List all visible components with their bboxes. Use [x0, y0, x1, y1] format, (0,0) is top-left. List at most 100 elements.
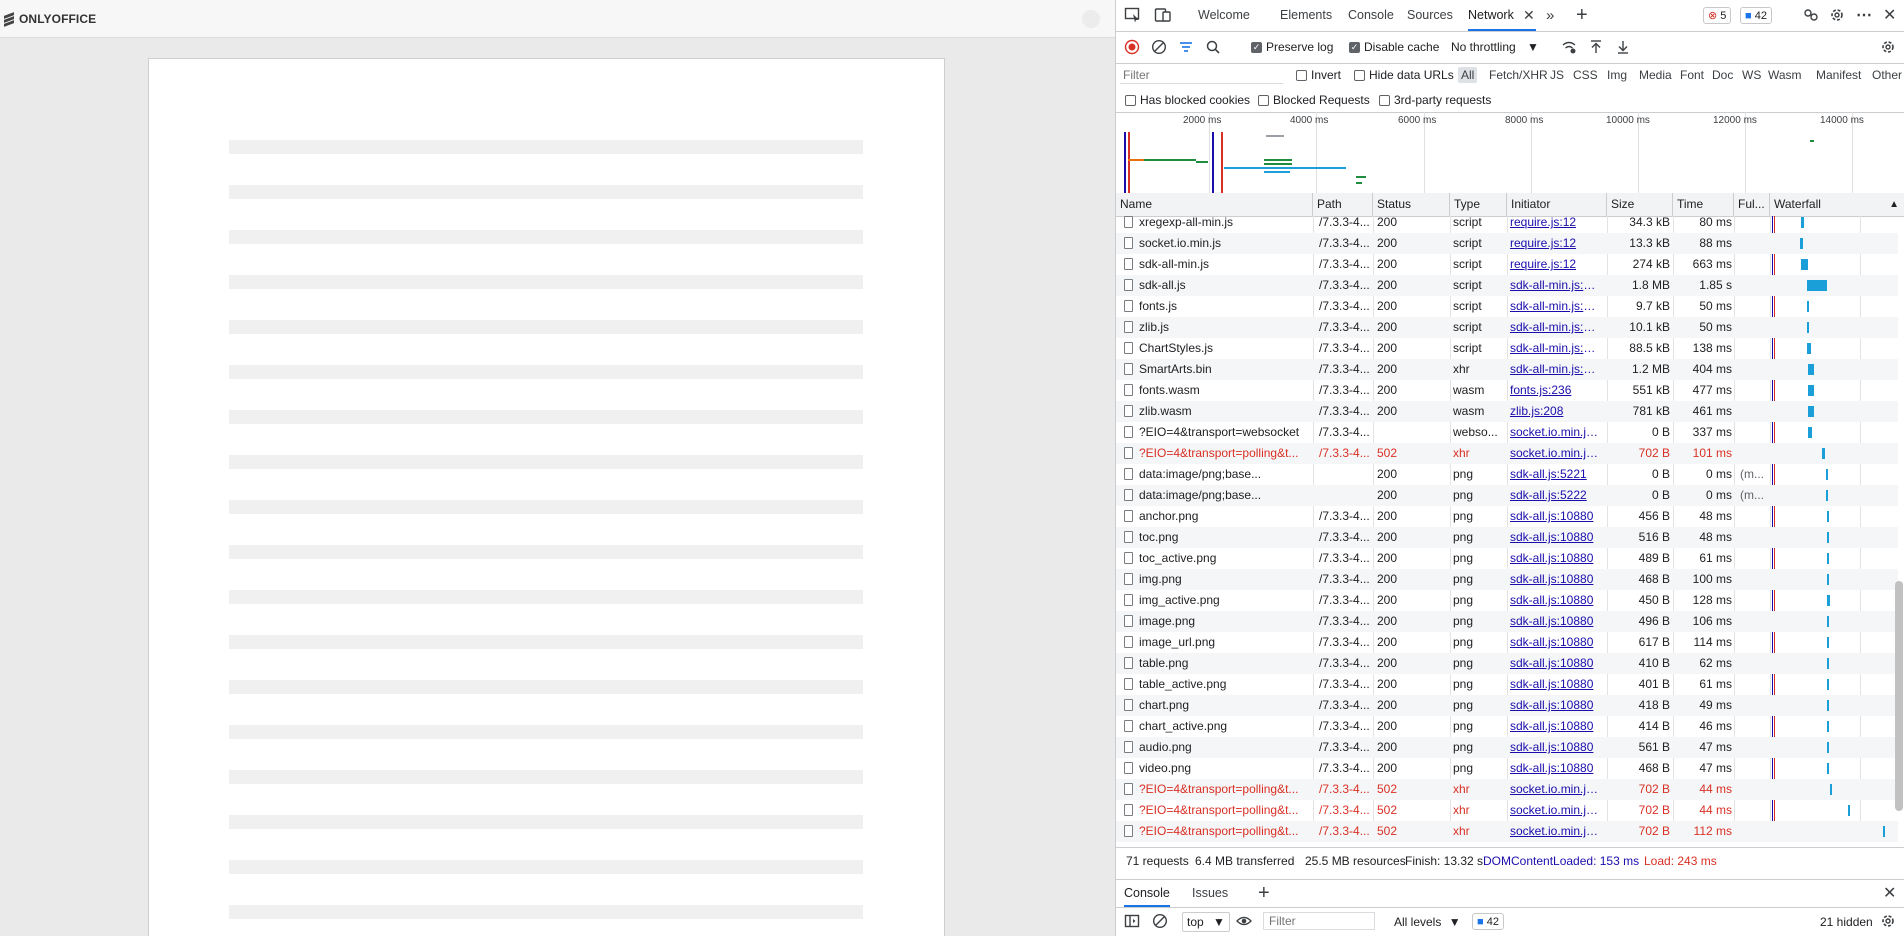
request-row[interactable]: xregexp-all-min.js/7.3.3-4... 200 script re…	[1116, 216, 1898, 233]
waterfall-bar[interactable]	[1807, 301, 1810, 312]
add-tab-icon[interactable]: +	[1576, 0, 1588, 31]
waterfall-bar[interactable]	[1826, 763, 1829, 774]
request-initiator-link[interactable]: socket.io.min.js:6	[1510, 779, 1600, 800]
context-select[interactable]: top ▼	[1182, 912, 1230, 932]
request-initiator-link[interactable]: fonts.js:236	[1510, 380, 1600, 401]
waterfall-bar[interactable]	[1826, 511, 1829, 522]
type-filter-ws[interactable]: WS	[1742, 67, 1761, 83]
column-header-initiator[interactable]: Initiator	[1507, 193, 1607, 216]
log-levels-select[interactable]: All levels ▼	[1394, 915, 1461, 929]
type-filter-doc[interactable]: Doc	[1712, 67, 1733, 83]
type-filter-img[interactable]: Img	[1607, 67, 1627, 83]
waterfall-bar[interactable]	[1826, 616, 1830, 627]
request-initiator-link[interactable]: sdk-all.js:10880	[1510, 611, 1600, 632]
close-network-tab-icon[interactable]: ✕	[1523, 0, 1535, 31]
request-row[interactable]: ?EIO=4&transport=polling&t... /7.3.3-4...…	[1116, 800, 1898, 821]
request-initiator-link[interactable]: socket.io.min.js:6	[1510, 443, 1600, 464]
export-har-icon[interactable]	[1615, 39, 1631, 55]
close-devtools-icon[interactable]: ✕	[1883, 0, 1896, 31]
clear-console-icon[interactable]	[1152, 913, 1168, 929]
request-initiator-link[interactable]: sdk-all-min.js:5...	[1510, 359, 1600, 380]
waterfall-bar[interactable]	[1807, 280, 1827, 291]
onlyoffice-logo[interactable]: ONLYOFFICE	[3, 12, 96, 27]
request-initiator-link[interactable]: sdk-all.js:10880	[1510, 590, 1600, 611]
waterfall-bar[interactable]	[1808, 364, 1814, 375]
import-har-icon[interactable]	[1588, 39, 1604, 55]
waterfall-bar[interactable]	[1826, 595, 1830, 606]
preserve-log-checkbox[interactable]: ✓ Preserve log	[1251, 40, 1333, 54]
invert-checkbox[interactable]: Invert	[1296, 68, 1341, 82]
request-initiator-link[interactable]: socket.io.min.js:6	[1510, 821, 1600, 842]
waterfall-bar[interactable]	[1830, 784, 1832, 795]
request-initiator-link[interactable]: require.js:12	[1510, 233, 1600, 254]
network-conditions-icon[interactable]	[1561, 39, 1577, 55]
request-row[interactable]: fonts.wasm/7.3.3-4... 200 wasm fonts.js:236…	[1116, 380, 1898, 401]
clear-icon[interactable]	[1151, 39, 1167, 55]
drawer-tab-issues[interactable]: Issues	[1192, 880, 1228, 907]
waterfall-bar[interactable]	[1808, 427, 1812, 438]
request-initiator-link[interactable]: sdk-all.js:10880	[1510, 758, 1600, 779]
column-header-waterfall[interactable]: Waterfall ▲	[1770, 193, 1904, 216]
message-count-badge[interactable]: ■ 42	[1740, 7, 1772, 24]
network-settings-gear-icon[interactable]	[1880, 39, 1896, 55]
request-row[interactable]: ?EIO=4&transport=polling&t... /7.3.3-4...…	[1116, 821, 1898, 842]
request-initiator-link[interactable]: socket.io.min.js:6	[1510, 422, 1600, 443]
request-initiator-link[interactable]: sdk-all.js:5222	[1510, 485, 1600, 506]
waterfall-bar[interactable]	[1800, 259, 1809, 270]
request-row[interactable]: ?EIO=4&transport=websocket/7.3.3-4... web…	[1116, 422, 1898, 443]
show-sidebar-icon[interactable]	[1124, 913, 1140, 929]
request-initiator-link[interactable]: require.js:12	[1510, 254, 1600, 275]
column-header-time[interactable]: Time	[1673, 193, 1734, 216]
live-expression-eye-icon[interactable]	[1236, 913, 1252, 929]
chevrons-right-icon[interactable]: »	[1546, 0, 1554, 31]
request-row[interactable]: chart.png/7.3.3-4... 200 png sdk-all.js:108…	[1116, 695, 1898, 716]
request-initiator-link[interactable]: sdk-all.js:10880	[1510, 548, 1600, 569]
request-row[interactable]: sdk-all.js/7.3.3-4... 200 script sdk-all-mi…	[1116, 275, 1898, 296]
column-header-size[interactable]: Size	[1607, 193, 1673, 216]
request-initiator-link[interactable]: sdk-all-min.js:6...	[1510, 338, 1600, 359]
tab-welcome[interactable]: Welcome	[1198, 0, 1250, 31]
network-overview-timeline[interactable]: 2000 ms 4000 ms 6000 ms 8000 ms 10000 ms…	[1116, 112, 1904, 194]
waterfall-bar[interactable]	[1807, 343, 1811, 354]
type-filter-wasm[interactable]: Wasm	[1768, 67, 1802, 83]
console-message-count-badge[interactable]: ■ 42	[1472, 913, 1504, 930]
request-initiator-link[interactable]: sdk-all.js:5221	[1510, 464, 1600, 485]
request-row[interactable]: chart_active.png/7.3.3-4... 200 png sdk-all…	[1116, 716, 1898, 737]
disable-cache-checkbox[interactable]: ✓ Disable cache	[1349, 40, 1439, 54]
request-row[interactable]: img_active.png/7.3.3-4... 200 png sdk-all.j…	[1116, 590, 1898, 611]
device-toolbar-icon[interactable]	[1154, 7, 1172, 23]
request-row[interactable]: SmartArts.bin/7.3.3-4... 200 xhr sdk-all-mi…	[1116, 359, 1898, 380]
waterfall-bar[interactable]	[1826, 721, 1829, 732]
console-filter-input[interactable]	[1263, 912, 1375, 930]
request-row[interactable]: ?EIO=4&transport=polling&t... /7.3.3-4...…	[1116, 779, 1898, 800]
column-header-status[interactable]: Status	[1373, 193, 1450, 216]
waterfall-bar[interactable]	[1825, 490, 1828, 501]
request-initiator-link[interactable]: sdk-all.js:10880	[1510, 737, 1600, 758]
request-row[interactable]: audio.png/7.3.3-4... 200 png sdk-all.js:108…	[1116, 737, 1898, 758]
request-initiator-link[interactable]: sdk-all-min.js:6...	[1510, 317, 1600, 338]
waterfall-bar[interactable]	[1799, 238, 1803, 249]
document-page[interactable]	[148, 58, 945, 936]
console-settings-gear-icon[interactable]	[1880, 913, 1896, 929]
request-initiator-link[interactable]: sdk-all.js:10880	[1510, 632, 1600, 653]
hide-data-urls-checkbox[interactable]: Hide data URLs	[1354, 68, 1454, 82]
request-initiator-link[interactable]: sdk-all-min.js:6...	[1510, 296, 1600, 317]
request-initiator-link[interactable]: sdk-all.js:10880	[1510, 653, 1600, 674]
request-row[interactable]: data:image/png;base... 200 png sdk-all.js:5…	[1116, 464, 1898, 485]
request-row[interactable]: data:image/png;base... 200 png sdk-all.js:5…	[1116, 485, 1898, 506]
type-filter-css[interactable]: CSS	[1573, 67, 1598, 83]
drawer-tab-console[interactable]: Console	[1124, 880, 1170, 907]
waterfall-bar[interactable]	[1882, 826, 1885, 837]
error-count-badge[interactable]: ⊗ 5	[1703, 7, 1732, 24]
type-filter-fetch-xhr[interactable]: Fetch/XHR	[1489, 67, 1548, 83]
type-filter-font[interactable]: Font	[1680, 67, 1704, 83]
type-filter-manifest[interactable]: Manifest	[1816, 67, 1861, 83]
request-row[interactable]: toc.png/7.3.3-4... 200 png sdk-all.js:10880…	[1116, 527, 1898, 548]
column-header-path[interactable]: Path	[1313, 193, 1373, 216]
record-stop-icon[interactable]	[1124, 39, 1140, 55]
waterfall-bar[interactable]	[1826, 700, 1829, 711]
waterfall-bar[interactable]	[1825, 469, 1828, 480]
waterfall-bar[interactable]	[1826, 553, 1829, 564]
type-filter-js[interactable]: JS	[1550, 67, 1564, 83]
has-blocked-cookies-checkbox[interactable]: Has blocked cookies	[1125, 93, 1250, 107]
